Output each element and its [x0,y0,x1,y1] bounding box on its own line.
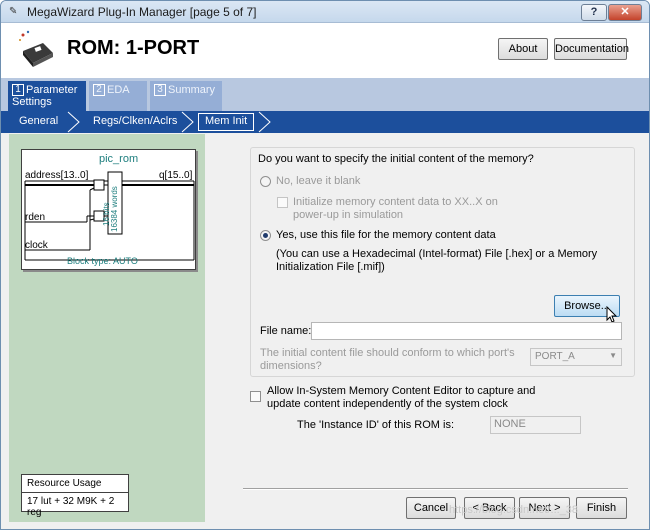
documentation-button[interactable]: Documentation [554,38,629,60]
instance-id-field[interactable]: NONE [490,416,581,434]
resource-usage-heading: Resource Usage [22,475,128,493]
wizard-app-icon: ✎ [9,6,18,17]
file-name-label: File name: [260,325,312,337]
help-button[interactable]: ? [581,4,607,21]
port-dimension-select[interactable]: PORT_A ▼ [530,348,622,366]
port-address-label: address[13..0] [25,170,89,181]
chevron-down-icon: ▼ [609,351,617,360]
breadcrumb: General Regs/Clken/Aclrs Mem Init [1,111,649,133]
tab-parameter-settings[interactable]: 1 Parameter Settings [8,81,86,111]
finish-button[interactable]: Finish [576,497,627,519]
conform-question-line2: dimensions? [260,360,322,372]
init-xx-checkbox[interactable] [277,197,288,208]
port-q-label: q[15..0] [159,170,193,181]
megawizard-window: ✎ MegaWizard Plug-In Manager [page 5 of … [0,0,650,530]
in-system-editor-checkbox[interactable] [250,391,261,402]
file-format-hint-line2: Initialization File [.mif]) [276,261,385,273]
port-clock-label: clock [25,240,48,251]
resource-usage-box: Resource Usage 17 lut + 32 M9K + 2 reg [21,474,129,518]
megafunction-logo-icon [19,30,53,67]
option-no-label: No, leave it blank [276,175,361,187]
init-content-group: Do you want to specify the initial conte… [250,147,635,377]
page-heading: ROM: 1-PORT [67,37,200,59]
option-yes-radio[interactable] [260,230,271,241]
init-xx-line2: power-up in simulation [293,209,404,221]
block-words-label: 16384 words [110,186,119,232]
in-system-editor-line2: update content independently of the syst… [267,398,508,410]
wizard-tabs: 1 Parameter Settings 2 EDA 3 Summary [1,78,649,111]
mem-init-pane: Do you want to specify the initial conte… [206,134,641,522]
watermark-text: https://blog.csdn.net/..._38 [449,504,579,516]
breadcrumb-general[interactable]: General [19,115,58,127]
tab-eda[interactable]: 2 EDA [89,81,147,111]
footer-divider [243,488,628,490]
tab-label: Summary [168,84,216,96]
option-no-radio[interactable] [260,176,271,187]
in-system-editor-line1: Allow In-System Memory Content Editor to… [267,385,536,397]
tab-label: EDA [107,84,130,96]
breadcrumb-chevron-icon [67,111,80,133]
tab-number: 2 [93,84,105,96]
rom-symbol: pic_rom address[13..0] q[15..0] rden clo… [21,149,196,270]
wizard-header: ROM: 1-PORT About Documentation [1,23,649,78]
symbol-pane: pic_rom address[13..0] q[15..0] rden clo… [9,134,205,522]
file-format-hint-line1: (You can use a Hexadecimal (Intel-format… [276,248,598,260]
tab-number: 3 [154,84,166,96]
window-title: MegaWizard Plug-In Manager [page 5 of 7] [27,5,257,19]
port-rden-label: rden [25,212,46,223]
instance-id-label: The 'Instance ID' of this ROM is: [297,419,455,431]
breadcrumb-chevron-icon [258,111,271,133]
block-type-label: Block type: AUTO [67,256,138,266]
conform-question-line1: The initial content file should conform … [260,347,515,359]
breadcrumb-mem-init[interactable]: Mem Init [198,113,255,131]
tab-number: 1 [12,84,24,96]
breadcrumb-chevron-icon [181,111,194,133]
breadcrumb-regs-clken-aclrs[interactable]: Regs/Clken/Aclrs [93,115,177,127]
port-dimension-value: PORT_A [535,351,575,362]
tab-summary[interactable]: 3 Summary [150,81,222,111]
title-bar: ✎ MegaWizard Plug-In Manager [page 5 of … [1,1,649,23]
close-button[interactable]: ✕ [608,4,642,21]
about-button[interactable]: About [498,38,548,60]
init-xx-line1: Initialize memory content data to XX..X … [293,196,498,208]
file-name-input[interactable] [311,322,622,340]
option-yes-label: Yes, use this file for the memory conten… [276,229,496,241]
init-question: Do you want to specify the initial conte… [258,153,534,165]
resource-usage-value: 17 lut + 32 M9K + 2 reg [27,496,115,518]
